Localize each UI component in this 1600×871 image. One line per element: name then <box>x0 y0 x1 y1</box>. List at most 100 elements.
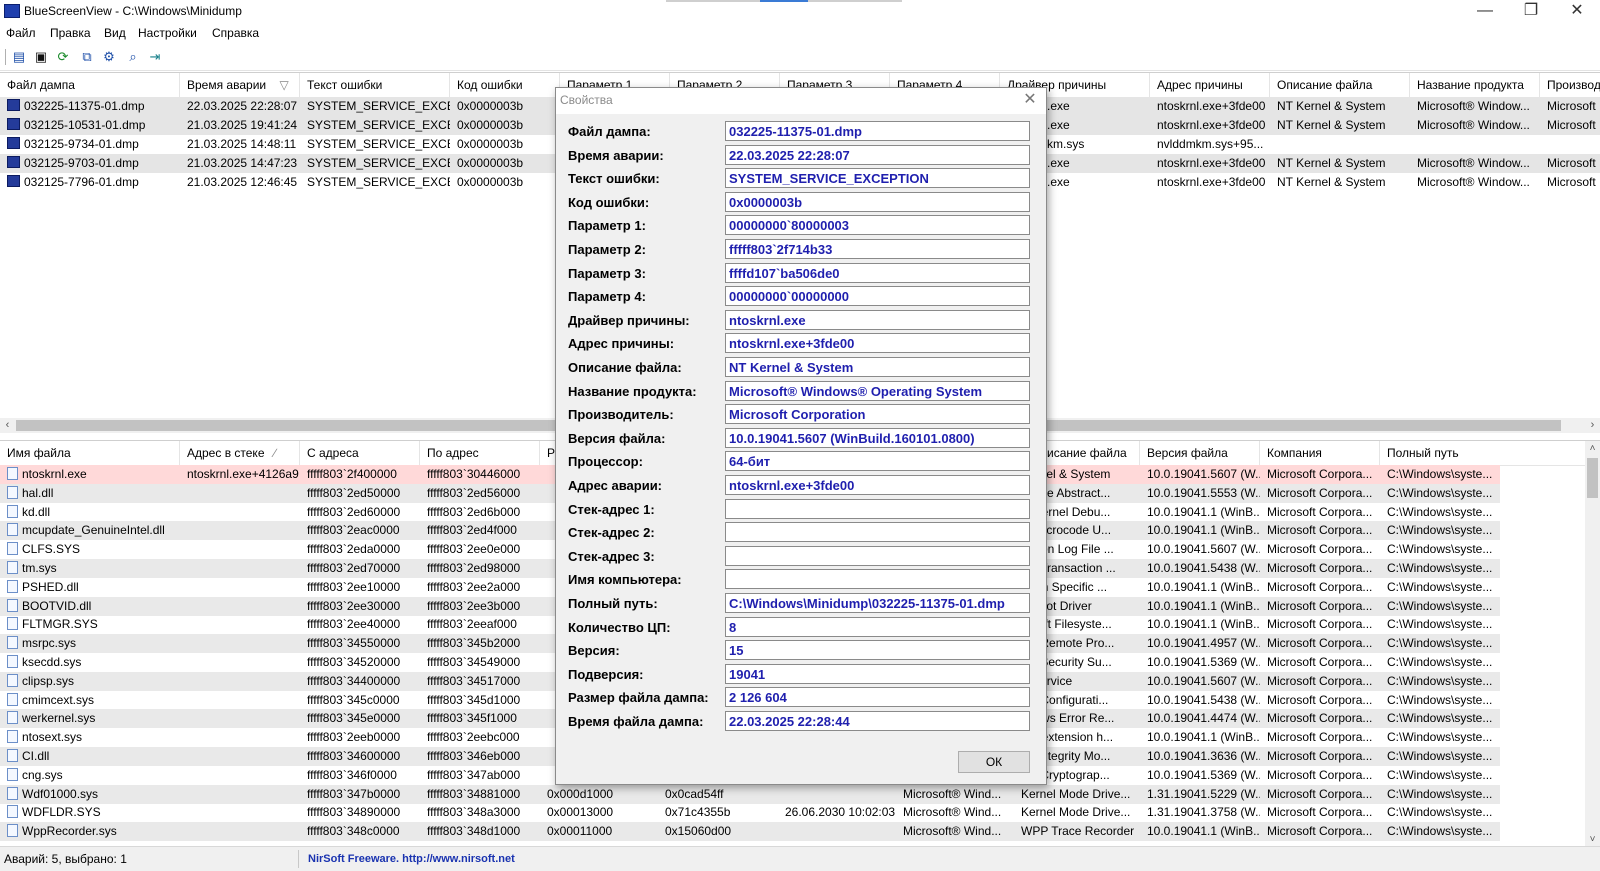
col-product-name[interactable]: Название продукта <box>1410 73 1540 97</box>
file-name-cell: tm.sys <box>0 559 180 578</box>
col-cause-address[interactable]: Адрес причины <box>1150 73 1270 97</box>
find-icon[interactable]: ⌕ <box>124 48 142 65</box>
stack-address-cell <box>180 747 300 766</box>
property-value-field[interactable]: 00000000`00000000 <box>725 286 1030 307</box>
property-value-field[interactable] <box>725 498 1030 519</box>
stack-address-cell <box>180 597 300 616</box>
crash-time-cell: 21.03.2025 19:41:24 <box>187 118 298 132</box>
property-label: Стек-адрес 1: <box>568 501 655 517</box>
property-value-field[interactable]: fffff803`2f714b33 <box>725 239 1030 259</box>
property-row: Адрес аварии: ntoskrnl.exe+3fde00 <box>556 474 1046 498</box>
scroll-right-icon[interactable]: › <box>1585 418 1600 433</box>
copy-icon[interactable]: ⧉ <box>78 48 96 65</box>
property-value-field[interactable] <box>725 545 1030 566</box>
dump-file-cell: 032125-10531-01.dmp <box>0 116 180 135</box>
property-value-field[interactable]: 2 126 604 <box>725 687 1030 708</box>
driver-list-vertical-scrollbar[interactable]: ˄ ˅ <box>1585 441 1600 847</box>
scrollbar-thumb[interactable] <box>1587 458 1598 498</box>
properties-icon[interactable]: ▤ <box>10 48 28 65</box>
driver-file-icon <box>7 824 18 838</box>
property-value-field[interactable]: NT Kernel & System <box>725 357 1030 377</box>
property-value-field[interactable]: 032225-11375-01.dmp <box>725 121 1030 141</box>
col-crash-time[interactable]: Время аварии ▽ <box>180 73 300 97</box>
col-stack-address[interactable]: Адрес в стеке ∕ <box>180 441 300 465</box>
to-address-cell: fffff803`34549000 <box>427 655 521 669</box>
driver-file-icon <box>7 561 18 574</box>
col-error-code[interactable]: Код ошибки <box>450 73 560 97</box>
ok-button[interactable]: ОК <box>958 751 1030 773</box>
menu-settings[interactable]: Настройки <box>138 26 197 40</box>
maximize-button[interactable]: ❐ <box>1508 0 1554 24</box>
property-value-field[interactable]: 64-бит <box>725 451 1030 472</box>
driver-file-icon <box>7 805 18 819</box>
property-value-field[interactable] <box>725 522 1030 543</box>
scroll-up-icon[interactable]: ˄ <box>1585 441 1600 456</box>
exit-icon[interactable]: ⇥ <box>146 48 164 65</box>
file-version-cell: 1.31.19041.3758 (W... <box>1147 805 1260 820</box>
save-icon[interactable]: ▣ <box>32 48 50 65</box>
close-button[interactable]: ✕ <box>1554 0 1600 24</box>
col-company[interactable]: Производ <box>1540 73 1600 97</box>
timestamp-cell: 0x71c4355b <box>665 805 731 820</box>
driver-file-icon <box>7 636 18 650</box>
property-label: Название продукта: <box>568 383 697 399</box>
col-dump-file[interactable]: Файл дампа <box>0 73 180 97</box>
refresh-icon[interactable]: ⟳ <box>54 48 72 65</box>
cause-driver-cell: .exe <box>1047 118 1070 132</box>
to-address-cell: fffff803`2eeaf000 <box>427 617 517 632</box>
col-file-version[interactable]: Версия файла <box>1140 441 1260 465</box>
property-value-field[interactable]: ntoskrnl.exe+3fde00 <box>725 475 1030 495</box>
property-label: Параметр 4: <box>568 289 646 305</box>
col-error-text[interactable]: Текст ошибки <box>300 73 450 97</box>
error-code-cell: 0x0000003b <box>457 99 524 113</box>
property-value-field[interactable]: 22.03.2025 22:28:44 <box>725 711 1030 731</box>
dump-file-icon <box>7 175 20 187</box>
property-value-field[interactable]: 00000000`80000003 <box>725 215 1030 236</box>
property-value-field[interactable]: 8 <box>725 616 1030 637</box>
menu-view[interactable]: Вид <box>104 26 126 40</box>
property-value-field[interactable]: Microsoft® Windows® Operating System <box>725 380 1030 401</box>
scroll-down-icon[interactable]: ˅ <box>1585 832 1600 847</box>
toolbar-separator <box>5 49 6 65</box>
property-value-field[interactable]: SYSTEM_SERVICE_EXCEPTION <box>725 168 1030 189</box>
options-icon[interactable]: ⚙ <box>100 48 118 65</box>
menu-edit[interactable]: Правка <box>50 26 91 40</box>
property-value-field[interactable]: C:\Windows\Minidump\032225-11375-01.dmp <box>725 593 1030 613</box>
company-cell: Microsoft Corpora... <box>1267 655 1373 669</box>
property-value-field[interactable]: 15 <box>725 640 1030 661</box>
property-value-field[interactable]: 19041 <box>725 663 1030 684</box>
property-value-field[interactable]: 10.0.19041.5607 (WinBuild.160101.0800) <box>725 427 1030 448</box>
nirsoft-link[interactable]: NirSoft Freeware. http://www.nirsoft.net <box>308 847 515 871</box>
property-value-field[interactable]: 0x0000003b <box>725 191 1030 212</box>
menu-help[interactable]: Справка <box>212 26 259 40</box>
property-value-field[interactable]: ntoskrnl.exe <box>725 309 1030 330</box>
col-file-description[interactable]: Описание файла <box>1270 73 1410 97</box>
minimize-button[interactable]: — <box>1462 0 1508 24</box>
driver-row[interactable]: WDFLDR.SYS fffff803`34890000 fffff803`348a… <box>0 803 1500 822</box>
col-full-path[interactable]: Полный путь <box>1380 441 1585 465</box>
property-value-field[interactable] <box>725 569 1030 590</box>
menu-file[interactable]: Файл <box>6 26 36 40</box>
property-value-field[interactable]: Microsoft Corporation <box>725 404 1030 425</box>
col-from-address[interactable]: С адреса <box>300 441 420 465</box>
to-address-cell: fffff803`345b2000 <box>427 636 521 651</box>
property-row: Время файла дампа: 22.03.2025 22:28:44 <box>556 710 1046 734</box>
scroll-left-icon[interactable]: ‹ <box>0 418 15 433</box>
property-row: Версия: 15 <box>556 639 1046 663</box>
driver-row[interactable]: Wdf01000.sys fffff803`347b0000 fffff803`34… <box>0 784 1500 804</box>
to-address-cell: fffff803`34881000 <box>427 786 521 801</box>
to-address-cell: fffff803`2eebc000 <box>427 730 520 745</box>
col-to-address[interactable]: По адрес <box>420 441 540 465</box>
full-path-cell: C:\Windows\syste... <box>1387 655 1493 669</box>
col-file-description[interactable]: исание файла <box>1040 441 1140 465</box>
dialog-close-button[interactable]: ✕ <box>1020 91 1040 111</box>
property-value-field[interactable]: ntoskrnl.exe+3fde00 <box>725 333 1030 354</box>
col-file-name[interactable]: Имя файла <box>0 441 180 465</box>
driver-row[interactable]: WppRecorder.sys fffff803`348c0000 fffff803… <box>0 822 1500 842</box>
property-row: Параметр 1: 00000000`80000003 <box>556 214 1046 238</box>
company-cell: Microsoft <box>1547 99 1596 113</box>
company-cell: Microsoft Corpora... <box>1267 579 1373 594</box>
col-company[interactable]: Компания <box>1260 441 1380 465</box>
property-value-field[interactable]: 22.03.2025 22:28:07 <box>725 144 1030 165</box>
property-value-field[interactable]: ffffd107`ba506de0 <box>725 262 1030 283</box>
